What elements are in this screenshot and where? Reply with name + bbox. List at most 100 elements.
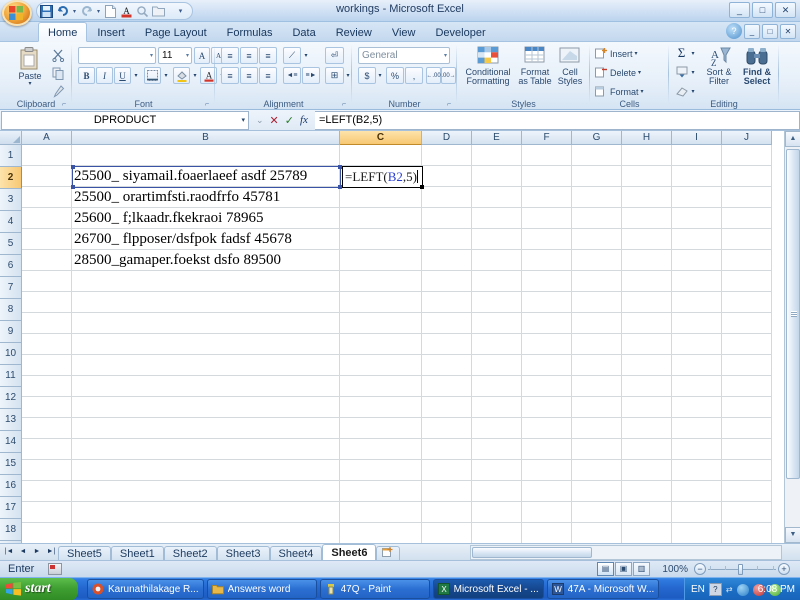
cell-H15[interactable] [622, 439, 672, 460]
row-header-14[interactable]: 14 [0, 431, 22, 453]
cell-C6[interactable] [340, 250, 422, 271]
taskbar-item-word[interactable]: W 47A - Microsoft W... [546, 579, 660, 599]
format-cells-button[interactable]: Format ▾ [595, 85, 644, 98]
cell-G5[interactable] [572, 229, 622, 250]
number-dialog-launcher[interactable]: ⌐ [447, 101, 455, 109]
cell-C1[interactable] [340, 145, 422, 166]
zoom-slider[interactable]: − + [694, 562, 790, 576]
cell-E8[interactable] [472, 292, 522, 313]
bottom-align-button[interactable]: ≡ [259, 47, 277, 64]
cell-B4[interactable]: 25600_ f;lkaadr.fkekraoi 78965 [72, 208, 340, 229]
underline-button[interactable]: U [114, 67, 131, 84]
cell-E10[interactable] [472, 334, 522, 355]
cell-I12[interactable] [672, 376, 722, 397]
cell-B3[interactable]: 25500_ orartimfsti.raodfrfo 45781 [72, 187, 340, 208]
cell-C13[interactable] [340, 397, 422, 418]
cell-E17[interactable] [472, 481, 522, 502]
cell-G4[interactable] [572, 208, 622, 229]
cell-F8[interactable] [522, 292, 572, 313]
cell-F11[interactable] [522, 355, 572, 376]
system-clock[interactable]: 6:08 PM [758, 584, 795, 595]
cell-G19[interactable] [572, 523, 622, 543]
cell-C12[interactable] [340, 376, 422, 397]
taskbar-item-chrome[interactable]: Karunathilakage R... [87, 579, 204, 599]
select-all-button[interactable] [0, 131, 22, 145]
cell-E5[interactable] [472, 229, 522, 250]
cell-D5[interactable] [422, 229, 472, 250]
row-header-1[interactable]: 1 [0, 145, 22, 167]
cell-G15[interactable] [572, 439, 622, 460]
cell-B7[interactable] [72, 271, 340, 292]
cell-B18[interactable] [72, 502, 340, 523]
cell-A5[interactable] [22, 229, 72, 250]
cell-A4[interactable] [22, 208, 72, 229]
cell-H18[interactable] [622, 502, 672, 523]
row-header-4[interactable]: 4 [0, 211, 22, 233]
comma-button[interactable]: , [405, 67, 423, 84]
cell-B17[interactable] [72, 481, 340, 502]
cell-D8[interactable] [422, 292, 472, 313]
cell-H4[interactable] [622, 208, 672, 229]
underline-dropdown-icon[interactable]: ▾ [132, 67, 140, 83]
font-name-dropdown-icon[interactable]: ▾ [150, 52, 153, 59]
tab-home[interactable]: Home [38, 22, 88, 42]
cell-A1[interactable] [22, 145, 72, 166]
currency-dropdown-icon[interactable]: ▾ [376, 67, 384, 83]
cell-H5[interactable] [622, 229, 672, 250]
row-header-3[interactable]: 3 [0, 189, 22, 211]
cell-G18[interactable] [572, 502, 622, 523]
close-button[interactable]: ✕ [775, 2, 796, 18]
horizontal-scrollbar[interactable] [470, 545, 782, 560]
cell-B13[interactable] [72, 397, 340, 418]
cell-C3[interactable] [340, 187, 422, 208]
cell-E16[interactable] [472, 460, 522, 481]
cell-H7[interactable] [622, 271, 672, 292]
cell-C17[interactable] [340, 481, 422, 502]
cell-G11[interactable] [572, 355, 622, 376]
align-right-button[interactable]: ≡ [259, 67, 277, 84]
cell-C8[interactable] [340, 292, 422, 313]
cell-B15[interactable] [72, 439, 340, 460]
cell-B11[interactable] [72, 355, 340, 376]
column-header-h[interactable]: H [622, 131, 672, 145]
cell-I5[interactable] [672, 229, 722, 250]
align-center-button[interactable]: ≡ [240, 67, 258, 84]
autosum-button[interactable]: Σ [673, 45, 690, 61]
cell-G2[interactable] [572, 166, 622, 187]
sheet-nav-first[interactable]: |◄ [2, 546, 16, 559]
cell-B10[interactable] [72, 334, 340, 355]
cell-B6[interactable]: 28500_gamaper.foekst dsfo 89500 [72, 250, 340, 271]
cell-F2[interactable] [522, 166, 572, 187]
cell-G3[interactable] [572, 187, 622, 208]
cell-H3[interactable] [622, 187, 672, 208]
cell-J8[interactable] [722, 292, 772, 313]
cell-G7[interactable] [572, 271, 622, 292]
bold-button[interactable]: B [78, 67, 95, 84]
row-header-7[interactable]: 7 [0, 277, 22, 299]
cell-D12[interactable] [422, 376, 472, 397]
cell-D10[interactable] [422, 334, 472, 355]
cell-D16[interactable] [422, 460, 472, 481]
cell-E14[interactable] [472, 418, 522, 439]
cell-C9[interactable] [340, 313, 422, 334]
cell-styles-button[interactable]: Cell Styles [553, 46, 587, 87]
cell-H16[interactable] [622, 460, 672, 481]
maximize-button[interactable]: □ [752, 2, 773, 18]
cell-J2[interactable] [722, 166, 772, 187]
fill-button[interactable] [673, 64, 690, 80]
view-page-break-button[interactable]: ▥ [633, 562, 650, 576]
cell-I19[interactable] [672, 523, 722, 543]
active-cell-editor[interactable]: =LEFT(B2,5) [342, 166, 424, 189]
tab-data[interactable]: Data [282, 22, 325, 42]
cell-F10[interactable] [522, 334, 572, 355]
cell-I6[interactable] [672, 250, 722, 271]
paste-dropdown-arrow[interactable]: ▾ [28, 81, 31, 87]
sheet-nav-next[interactable]: ► [30, 546, 44, 559]
cell-J9[interactable] [722, 313, 772, 334]
delete-dropdown-icon[interactable]: ▾ [638, 69, 641, 76]
cell-B19[interactable] [72, 523, 340, 543]
sort-filter-button[interactable]: A Z Sort & Filter [701, 46, 737, 87]
cell-D3[interactable] [422, 187, 472, 208]
cell-F15[interactable] [522, 439, 572, 460]
formula-input[interactable]: =LEFT(B2,5) [314, 110, 800, 130]
